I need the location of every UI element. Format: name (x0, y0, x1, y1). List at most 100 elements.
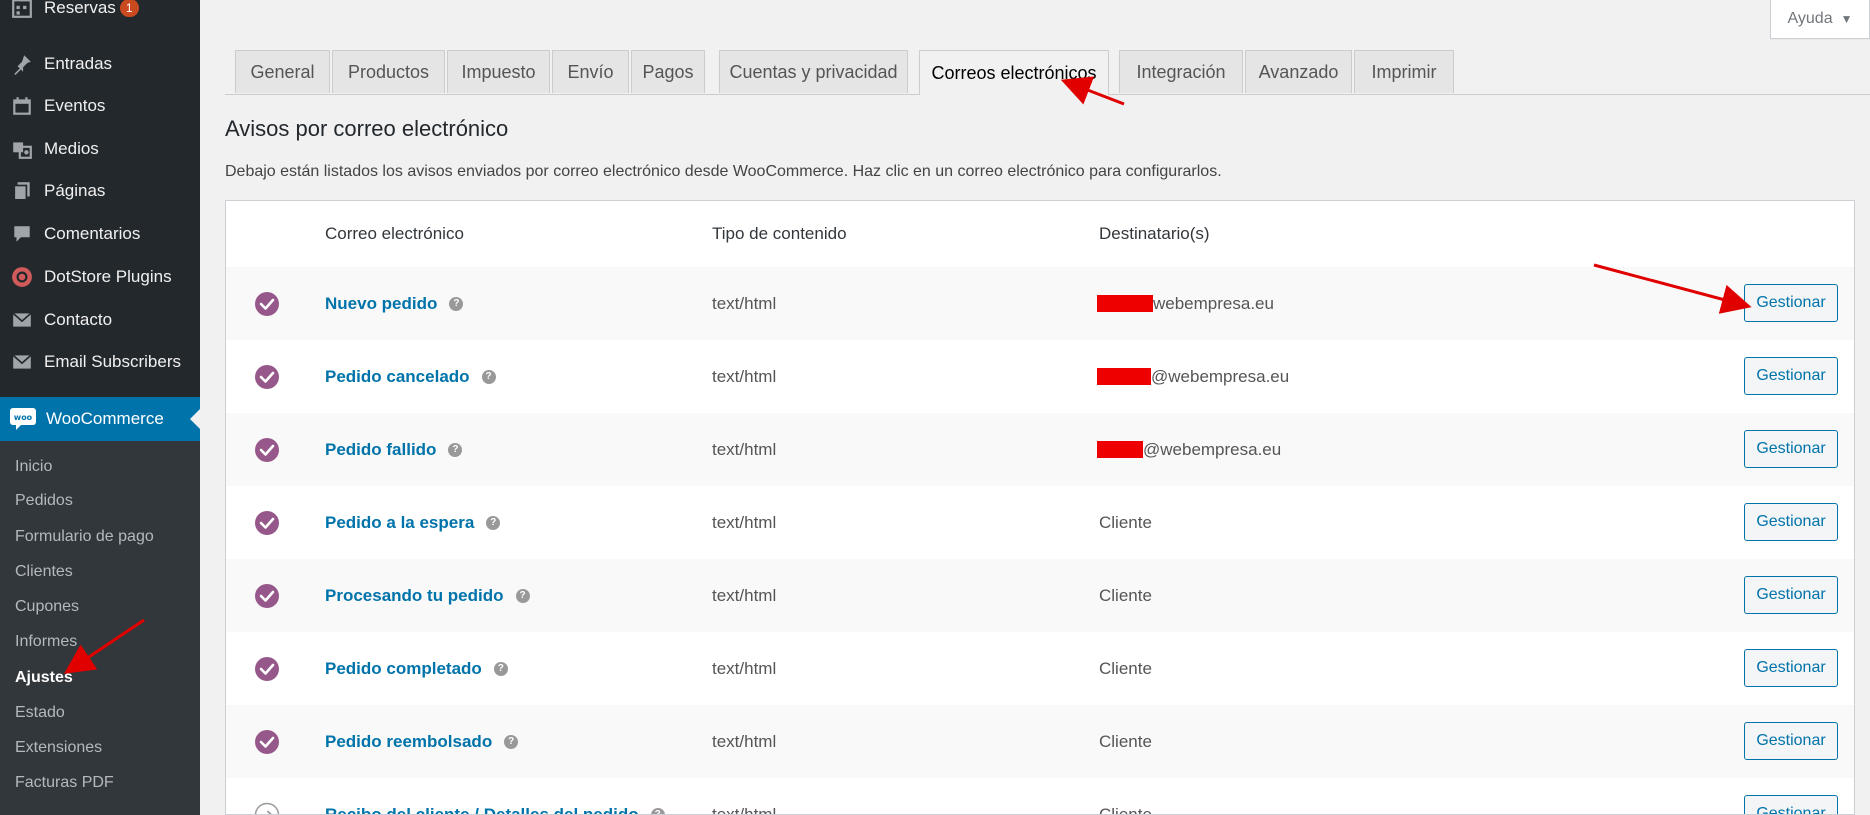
submenu-facturas-pdf[interactable]: Facturas PDF (15, 774, 114, 792)
email-name-cell: Pedido cancelado? (325, 340, 496, 413)
table-row: Pedido a la espera? text/html Cliente Gesti… (226, 486, 1854, 559)
email-name-cell: Pedido fallido? (325, 413, 463, 486)
section-description: Debajo están listados los avisos enviado… (225, 163, 1222, 180)
menu-item-comentarios[interactable]: Comentarios (0, 216, 200, 252)
recipient-text: @webempresa.eu (1143, 439, 1282, 459)
tab-correos-electronicos[interactable]: Correos electrónicos (919, 50, 1109, 95)
table-row: Nuevo pedido? text/html webempresa.eu Gesti… (226, 267, 1854, 340)
menu-label: Comentarios (44, 224, 141, 243)
table-row: Pedido completado? text/html Cliente Gestio… (226, 632, 1854, 705)
enabled-check-icon (255, 656, 279, 681)
menu-item-woocommerce[interactable]: woo WooCommerce (0, 397, 200, 441)
menu-item-entradas[interactable]: Entradas (0, 46, 200, 82)
submenu-cupones[interactable]: Cupones (15, 598, 79, 616)
menu-item-reservas[interactable]: Reservas 1 (0, 0, 200, 26)
status-cell (254, 632, 280, 705)
status-cell (254, 559, 280, 632)
tab-impuesto[interactable]: Impuesto (447, 50, 550, 93)
help-tip-icon[interactable]: ? (650, 807, 665, 814)
submenu-formulario-de-pago[interactable]: Formulario de pago (15, 528, 154, 546)
help-tip-icon[interactable]: ? (481, 369, 496, 384)
help-tip-icon[interactable]: ? (486, 515, 501, 530)
manage-button[interactable]: Gestionar (1744, 649, 1838, 687)
submenu-estado[interactable]: Estado (15, 704, 65, 722)
enabled-check-icon (255, 583, 279, 608)
email-name-cell: Procesando tu pedido? (325, 559, 530, 632)
table-row: Procesando tu pedido? text/html Cliente Ges… (226, 559, 1854, 632)
email-name-link[interactable]: Pedido completado (325, 659, 482, 679)
email-name-link[interactable]: Recibo del cliente / Detalles del pedido (325, 805, 639, 815)
manage-button[interactable]: Gestionar (1744, 430, 1838, 468)
recipient-cell: Cliente (1099, 705, 1152, 778)
table-row: Pedido fallido? text/html @webempresa.eu Ge… (226, 413, 1854, 486)
enabled-check-icon (255, 510, 279, 535)
email-name-link[interactable]: Pedido a la espera (325, 513, 474, 533)
content-type-cell: text/html (712, 585, 777, 605)
enabled-check-icon (255, 291, 279, 316)
menu-item-email-subscribers[interactable]: Email Subscribers (0, 344, 200, 380)
redaction-mark (1097, 368, 1151, 385)
table-row: Pedido cancelado? text/html @webempresa.eu… (226, 340, 1854, 413)
email-name-link[interactable]: Pedido reembolsado (325, 732, 492, 752)
enabled-check-icon (255, 437, 279, 462)
redaction-mark (1097, 441, 1143, 458)
submenu-clientes[interactable]: Clientes (15, 563, 73, 581)
manage-button[interactable]: Gestionar (1744, 795, 1838, 814)
woocommerce-logo-icon: woo (10, 408, 36, 430)
content-type-cell: text/html (712, 439, 777, 459)
tab-cuentas-y-privacidad[interactable]: Cuentas y privacidad (719, 50, 908, 93)
email-name-link[interactable]: Pedido fallido (325, 440, 436, 460)
menu-label: WooCommerce (46, 409, 164, 428)
menu-item-eventos[interactable]: Eventos (0, 88, 200, 124)
email-name-cell: Pedido reembolsado? (325, 705, 519, 778)
tab-pagos[interactable]: Pagos (631, 50, 705, 93)
enabled-check-icon (255, 729, 279, 754)
menu-item-paginas[interactable]: Páginas (0, 173, 200, 209)
submenu-pedidos[interactable]: Pedidos (15, 492, 73, 510)
manage-button[interactable]: Gestionar (1744, 722, 1838, 760)
menu-label: Eventos (44, 96, 106, 115)
tab-envio[interactable]: Envío (552, 50, 629, 93)
submenu-inicio[interactable]: Inicio (15, 458, 52, 476)
recipient-cell: @webempresa.eu (1097, 340, 1289, 413)
help-tip-icon[interactable]: ? (449, 296, 464, 311)
help-tip-icon[interactable]: ? (504, 734, 519, 749)
manage-button[interactable]: Gestionar (1744, 576, 1838, 614)
settings-tabs: General Productos Impuesto Envío Pagos C… (225, 50, 1870, 95)
email-name-link[interactable]: Procesando tu pedido (325, 586, 504, 606)
menu-label: Reservas (44, 0, 116, 17)
tab-integracion[interactable]: Integración (1119, 50, 1243, 93)
recipient-cell: @webempresa.eu (1097, 413, 1281, 486)
email-name-cell: Nuevo pedido? (325, 267, 464, 340)
manage-button[interactable]: Gestionar (1744, 284, 1838, 322)
submenu-ajustes[interactable]: Ajustes (15, 669, 73, 687)
email-name-link[interactable]: Nuevo pedido (325, 294, 437, 314)
media-icon (10, 137, 34, 161)
help-tip-icon[interactable]: ? (448, 442, 463, 457)
tab-imprimir[interactable]: Imprimir (1354, 50, 1454, 93)
recipient-text: @webempresa.eu (1151, 366, 1290, 386)
menu-label: Entradas (44, 54, 113, 73)
content-type-cell: text/html (712, 512, 777, 532)
manage-button[interactable]: Gestionar (1744, 357, 1838, 395)
tab-productos[interactable]: Productos (332, 50, 445, 93)
recipient-cell: Cliente (1099, 559, 1152, 632)
menu-item-contacto[interactable]: Contacto (0, 302, 200, 338)
menu-item-dotstore[interactable]: DotStore Plugins (0, 259, 200, 295)
recipient-text: Cliente (1099, 731, 1152, 751)
calendar-icon (10, 94, 34, 118)
submenu-extensiones[interactable]: Extensiones (15, 739, 102, 757)
status-cell (254, 778, 280, 814)
tab-avanzado[interactable]: Avanzado (1245, 50, 1352, 93)
email-name-cell: Pedido a la espera? (325, 486, 501, 559)
help-tab-button[interactable]: Ayuda ▼ (1770, 0, 1870, 39)
submenu-informes[interactable]: Informes (15, 633, 77, 651)
menu-item-medios[interactable]: Medios (0, 131, 200, 167)
help-tip-icon[interactable]: ? (515, 588, 530, 603)
manage-button[interactable]: Gestionar (1744, 503, 1838, 541)
email-name-link[interactable]: Pedido cancelado (325, 367, 470, 387)
recipient-cell: Cliente (1099, 486, 1152, 559)
tab-general[interactable]: General (235, 50, 330, 93)
caret-down-icon: ▼ (1840, 12, 1853, 26)
help-tip-icon[interactable]: ? (493, 661, 508, 676)
